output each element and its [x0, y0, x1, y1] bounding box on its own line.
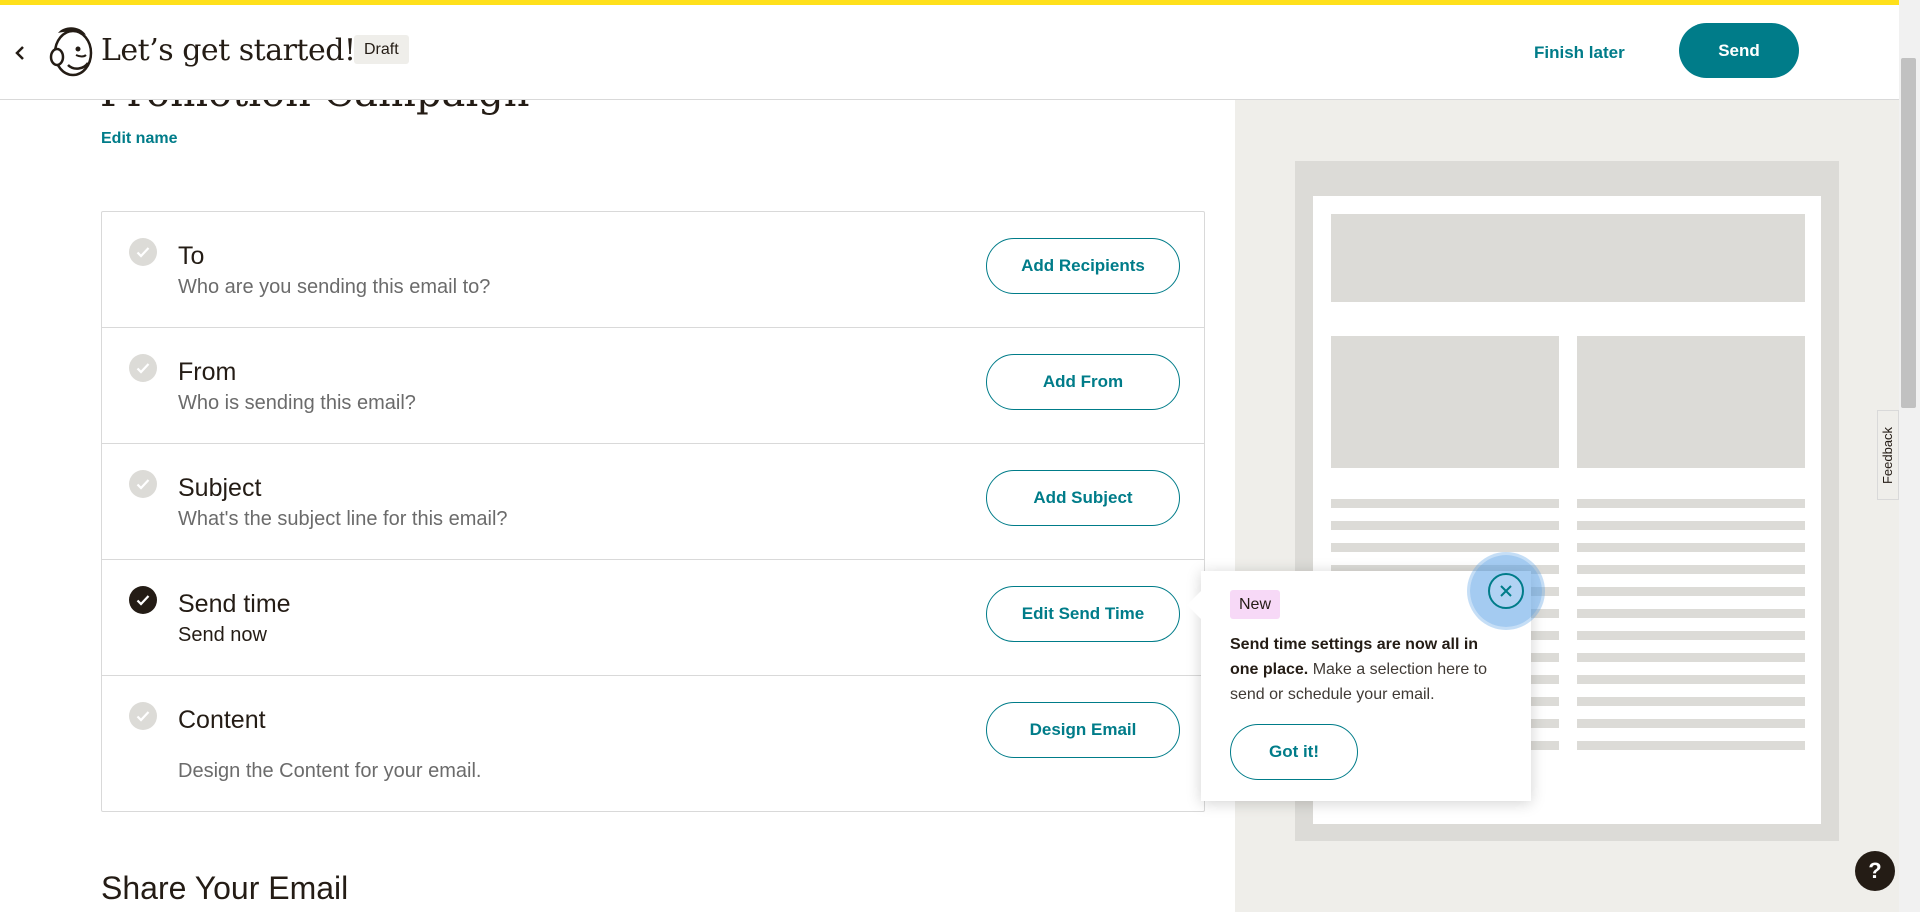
- new-badge: New: [1230, 590, 1281, 619]
- preview-text-line: [1577, 653, 1805, 662]
- checklist-row-subtitle: Who are you sending this email to?: [178, 276, 491, 298]
- preview-text-line: [1577, 499, 1805, 508]
- back-chevron-icon[interactable]: [12, 41, 28, 65]
- check-icon: [129, 470, 157, 498]
- preview-text-line: [1577, 675, 1805, 684]
- share-section-title: Share Your Email: [101, 870, 349, 906]
- checklist-row-title: Content: [178, 706, 266, 734]
- feedback-label: Feedback: [1880, 426, 1896, 484]
- checklist-row-subtitle: Who is sending this email?: [178, 392, 416, 414]
- checklist-row-content: Content Design the Content for your emai…: [102, 676, 1204, 811]
- preview-text-line: [1331, 521, 1559, 530]
- add-recipients-button[interactable]: Add Recipients: [986, 238, 1180, 294]
- close-icon[interactable]: [1488, 573, 1524, 609]
- checklist-row-subject: Subject What's the subject line for this…: [102, 444, 1204, 560]
- check-icon: [129, 354, 157, 382]
- checklist-row-from: From Who is sending this email? Add From: [102, 328, 1204, 444]
- tooltip-text: Send time settings are now all in one pl…: [1230, 632, 1510, 707]
- add-from-button[interactable]: Add From: [986, 354, 1180, 410]
- preview-text-line: [1331, 543, 1559, 552]
- checklist-row-to: To Who are you sending this email to? Ad…: [102, 212, 1204, 328]
- preview-text-line: [1577, 609, 1805, 618]
- preview-image-block: [1577, 336, 1805, 468]
- help-icon[interactable]: ?: [1855, 851, 1895, 891]
- got-it-button[interactable]: Got it!: [1230, 724, 1358, 780]
- preview-text-line: [1577, 697, 1805, 706]
- checklist-column: Promotion Campaign Edit name To Who are …: [0, 100, 1235, 912]
- preview-text-line: [1577, 587, 1805, 596]
- feedback-tab[interactable]: Feedback: [1877, 410, 1899, 500]
- preview-text-line: [1577, 565, 1805, 574]
- scrollbar-thumb[interactable]: [1901, 58, 1916, 408]
- preview-image-block: [1331, 336, 1559, 468]
- checklist-row-title: Send time: [178, 590, 291, 618]
- finish-later-link[interactable]: Finish later: [1534, 43, 1625, 63]
- edit-name-link[interactable]: Edit name: [101, 130, 177, 148]
- preview-text-line: [1331, 499, 1559, 508]
- check-icon: [129, 586, 157, 614]
- mailchimp-logo: [46, 27, 96, 79]
- campaign-name: Promotion Campaign: [100, 100, 530, 116]
- preview-text-line: [1577, 543, 1805, 552]
- check-icon: [129, 702, 157, 730]
- preview-text-line: [1577, 741, 1805, 750]
- close-highlight: [1470, 555, 1542, 627]
- campaign-checklist: To Who are you sending this email to? Ad…: [101, 211, 1205, 812]
- checklist-row-send-time: Send time Send now Edit Send Time: [102, 560, 1204, 676]
- preview-header-block: [1331, 214, 1805, 302]
- preview-text-line: [1577, 521, 1805, 530]
- checklist-row-subtitle: Send now: [178, 624, 267, 646]
- design-email-button[interactable]: Design Email: [986, 702, 1180, 758]
- page-title: Let’s get started!: [101, 33, 356, 68]
- checklist-row-subtitle: Design the Content for your email.: [178, 760, 482, 782]
- edit-send-time-button[interactable]: Edit Send Time: [986, 586, 1180, 642]
- checklist-row-title: From: [178, 358, 237, 386]
- send-button[interactable]: Send: [1679, 23, 1799, 78]
- header: Let’s get started! Draft Finish later Se…: [0, 5, 1899, 100]
- checklist-row-title: Subject: [178, 474, 262, 502]
- checklist-row-subtitle: What's the subject line for this email?: [178, 508, 508, 530]
- checklist-row-title: To: [178, 242, 205, 270]
- preview-text-line: [1577, 719, 1805, 728]
- preview-text-line: [1577, 631, 1805, 640]
- main-content: Promotion Campaign Edit name To Who are …: [0, 100, 1899, 912]
- status-badge: Draft: [354, 35, 409, 64]
- add-subject-button[interactable]: Add Subject: [986, 470, 1180, 526]
- check-icon: [129, 238, 157, 266]
